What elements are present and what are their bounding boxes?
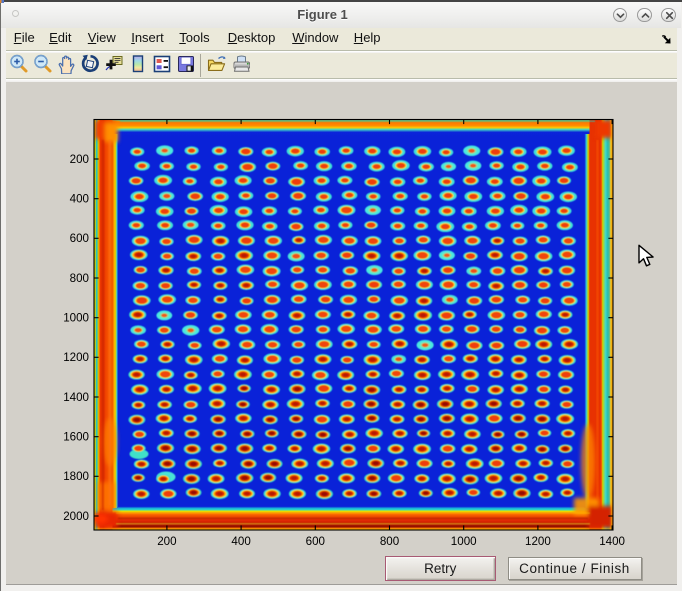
svg-text:1600: 1600 bbox=[63, 431, 89, 444]
svg-text:200: 200 bbox=[70, 153, 89, 166]
svg-text:600: 600 bbox=[306, 535, 325, 548]
svg-text:1000: 1000 bbox=[451, 535, 477, 548]
svg-text:400: 400 bbox=[70, 193, 89, 206]
svg-text:600: 600 bbox=[70, 232, 89, 245]
svg-text:1400: 1400 bbox=[63, 391, 89, 404]
svg-text:1200: 1200 bbox=[63, 351, 89, 364]
svg-text:1000: 1000 bbox=[63, 312, 89, 325]
svg-text:1800: 1800 bbox=[63, 470, 89, 483]
svg-text:200: 200 bbox=[157, 535, 176, 548]
svg-text:800: 800 bbox=[380, 535, 399, 548]
svg-text:2000: 2000 bbox=[63, 510, 89, 523]
svg-text:1200: 1200 bbox=[525, 535, 551, 548]
svg-text:1400: 1400 bbox=[599, 535, 625, 548]
svg-text:800: 800 bbox=[70, 272, 89, 285]
svg-text:400: 400 bbox=[231, 535, 250, 548]
